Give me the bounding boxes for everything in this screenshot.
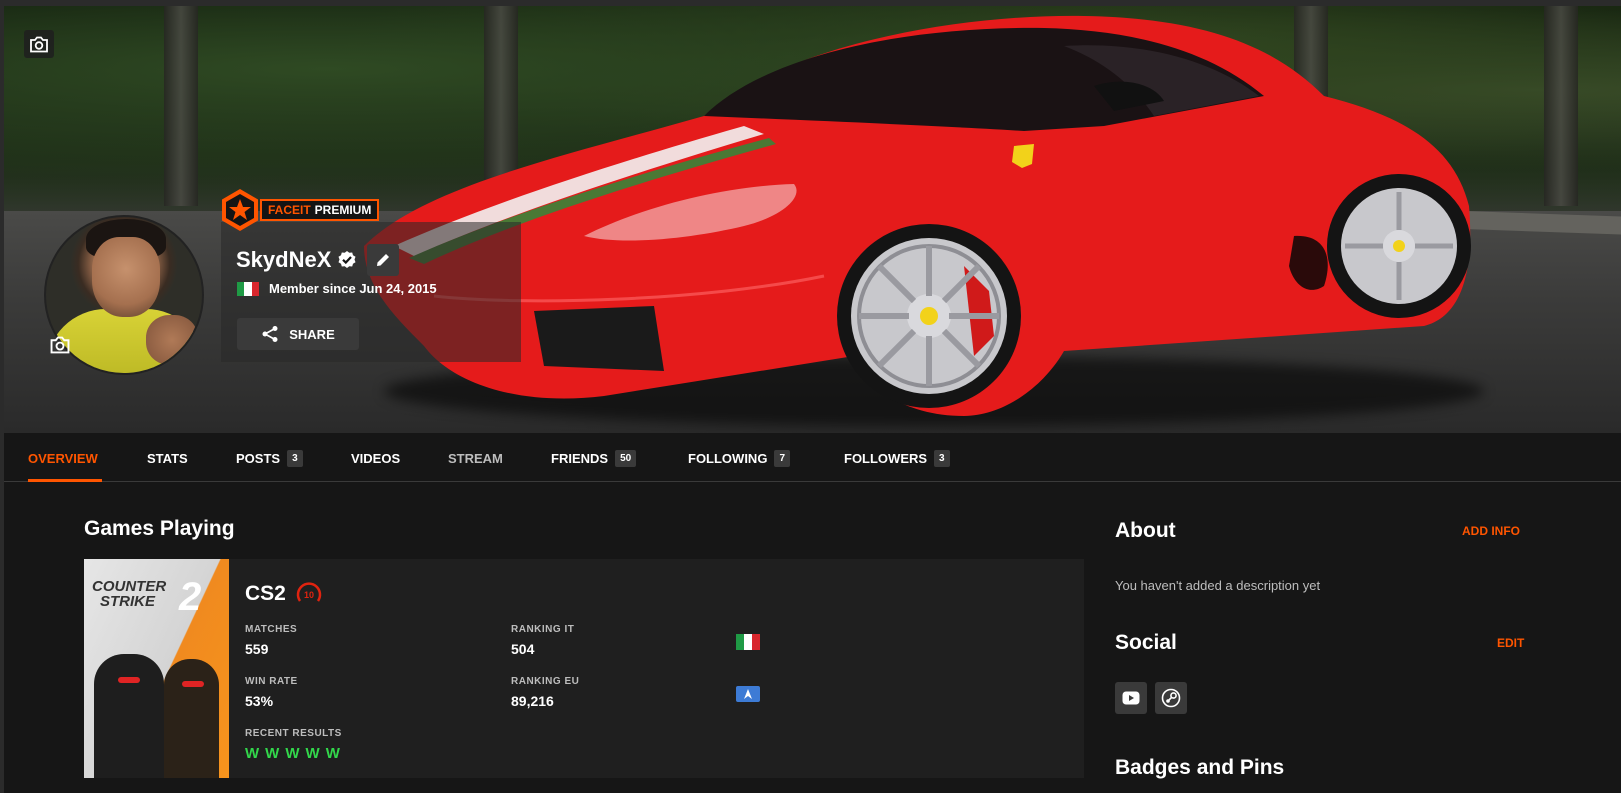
username-row: SkydNeX <box>236 244 400 276</box>
game-cover-image: COUNTER STRIKE 2 <box>84 559 229 778</box>
change-avatar-button[interactable] <box>44 330 76 360</box>
matches-value: 559 <box>245 641 269 657</box>
italy-flag-icon <box>237 281 259 296</box>
steam-link[interactable] <box>1155 682 1187 714</box>
game-name: CS2 10 <box>245 581 322 607</box>
change-cover-button[interactable] <box>24 30 54 58</box>
youtube-link[interactable] <box>1115 682 1147 714</box>
tab-following[interactable]: FOLLOWING 7 <box>688 448 790 468</box>
about-title: About <box>1115 519 1176 542</box>
verified-icon <box>337 250 357 270</box>
member-since: Member since Jun 24, 2015 <box>269 281 437 296</box>
tab-stats[interactable]: STATS <box>147 448 188 468</box>
steam-icon <box>1161 688 1181 708</box>
edit-profile-button[interactable] <box>367 244 400 276</box>
result-item: W <box>245 745 260 762</box>
followers-count-badge: 3 <box>934 449 950 467</box>
share-label: SHARE <box>289 326 335 342</box>
friends-count-badge: 50 <box>615 449 637 467</box>
share-icon <box>262 326 278 342</box>
premium-star-icon <box>218 188 262 232</box>
tab-overview[interactable]: OVERVIEW <box>28 448 98 468</box>
recent-results-label: RECENT RESULTS <box>245 728 342 739</box>
following-count-badge: 7 <box>774 449 790 467</box>
skill-level-icon: 10 <box>296 581 322 607</box>
europe-region-icon <box>736 686 760 702</box>
member-since-row: Member since Jun 24, 2015 <box>237 281 437 296</box>
username: SkydNeX <box>236 247 332 272</box>
premium-brand: FACEIT <box>268 203 311 217</box>
recent-results: W W W W W <box>245 745 340 762</box>
winrate-value: 53% <box>245 693 274 709</box>
profile-tabs: OVERVIEW STATS POSTS 3 VIDEOS STREAM FRI… <box>4 434 1621 482</box>
ranking-eu-label: RANKING EU <box>511 676 580 687</box>
youtube-icon <box>1122 691 1140 705</box>
camera-icon <box>50 336 70 354</box>
result-item: W <box>285 745 300 762</box>
premium-badge: FACEIT PREMIUM <box>218 188 380 232</box>
result-item: W <box>265 745 280 762</box>
tab-videos[interactable]: VIDEOS <box>351 448 400 468</box>
italy-flag-icon <box>736 634 760 650</box>
share-button[interactable]: SHARE <box>237 318 359 350</box>
about-description: You haven't added a description yet <box>1115 578 1321 593</box>
games-playing-title: Games Playing <box>84 517 235 540</box>
tab-stream[interactable]: STREAM <box>448 448 503 468</box>
ranking-it-label: RANKING IT <box>511 624 575 635</box>
add-info-button[interactable]: ADD INFO <box>1462 524 1520 538</box>
svg-text:10: 10 <box>304 590 314 600</box>
tab-followers[interactable]: FOLLOWERS 3 <box>844 448 950 468</box>
tab-posts[interactable]: POSTS 3 <box>236 448 303 468</box>
result-item: W <box>305 745 320 762</box>
camera-icon <box>30 36 48 52</box>
active-tab-indicator <box>28 479 102 482</box>
winrate-label: WIN RATE <box>245 676 298 687</box>
premium-label: PREMIUM <box>314 203 372 217</box>
game-card-cs2[interactable]: COUNTER STRIKE 2 CS2 10 MATCHES 559 WIN … <box>84 559 1084 778</box>
ranking-eu-value: 89,216 <box>511 693 554 709</box>
pencil-icon <box>377 254 390 266</box>
edit-social-button[interactable]: EDIT <box>1497 636 1524 650</box>
posts-count-badge: 3 <box>287 449 303 467</box>
matches-label: MATCHES <box>245 624 298 635</box>
badges-title: Badges and Pins <box>1115 756 1285 779</box>
ranking-it-value: 504 <box>511 641 535 657</box>
tab-friends[interactable]: FRIENDS 50 <box>551 448 637 468</box>
social-title: Social <box>1115 631 1177 654</box>
result-item: W <box>325 745 340 762</box>
